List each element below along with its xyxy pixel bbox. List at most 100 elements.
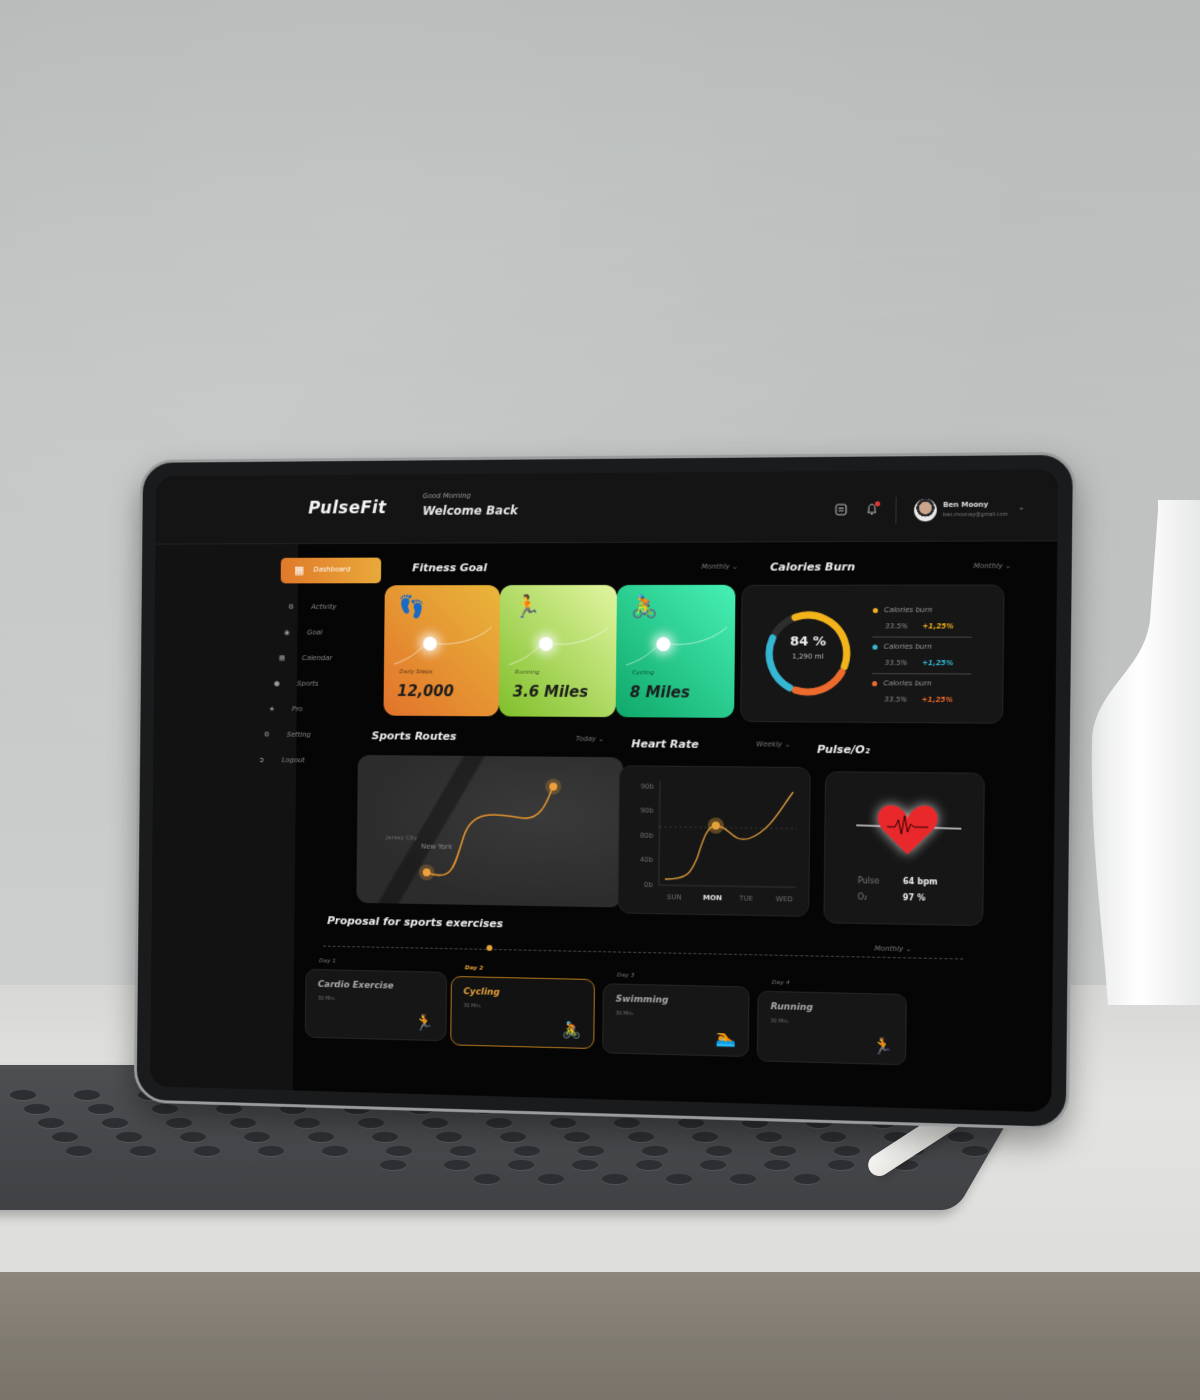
legend-dot xyxy=(872,680,878,686)
exercise-duration: 30 Min. xyxy=(770,1018,790,1025)
legend-label: Calories burn xyxy=(883,679,932,688)
sidebar-item-goal[interactable]: ◉ Goal xyxy=(284,629,322,637)
exercise-name: Cycling xyxy=(463,987,500,998)
exercise-duration: 30 Min. xyxy=(463,1003,482,1010)
x-tick-label: MON xyxy=(703,894,722,903)
app-logo[interactable]: PulseFit xyxy=(308,498,386,518)
timeline-marker xyxy=(486,944,493,951)
desk-edge xyxy=(0,1272,1200,1400)
exercise-name: Running xyxy=(770,1002,813,1014)
calories-legend-item: Calories burn xyxy=(872,642,932,651)
o2-label: O₂ xyxy=(857,892,868,902)
sidebar-item-setting[interactable]: ⚙ Setting xyxy=(264,731,311,739)
fitness-card-steps[interactable]: 👣 Daily Steps 12,000 xyxy=(383,585,501,717)
dropdown-value: Monthly xyxy=(973,561,1003,571)
message-icon[interactable] xyxy=(834,503,848,517)
heart-rate-card: 90b 90b 80b 40b 0b SUN MON TUE WED xyxy=(617,765,812,917)
dropdown-value: Monthly xyxy=(701,562,730,571)
route-end-glow xyxy=(545,778,562,795)
calories-card: 84 % 1,290 ml Calories burn 33.5% +1,25% … xyxy=(740,584,1005,724)
dropdown-value: Today xyxy=(575,734,597,744)
progress-marker xyxy=(423,636,437,651)
sidebar-item-label: Setting xyxy=(286,730,311,739)
route-map[interactable]: New York Jersey City xyxy=(356,754,624,908)
exercise-card-running[interactable]: Running 30 Min. 🏃 xyxy=(756,990,907,1066)
stat-value: 33.5% xyxy=(884,695,908,704)
progress-marker xyxy=(538,636,553,651)
route-path xyxy=(418,778,562,881)
y-tick-label: 80b xyxy=(640,832,653,840)
calories-legend-item: Calories burn xyxy=(872,679,932,688)
pulse-card: Pulse 64 bpm O₂ 97 % xyxy=(823,771,986,927)
swimmer-icon: 🏊 xyxy=(715,1028,736,1048)
divider xyxy=(872,636,972,638)
exercise-name: Swimming xyxy=(615,994,669,1006)
greeting-subtitle: Good Morning xyxy=(422,491,471,501)
exercise-card-swimming[interactable]: Swimming 30 Min. 🏊 xyxy=(602,983,750,1058)
heart-rate-chart: 90b 90b 80b 40b 0b SUN MON TUE WED xyxy=(640,766,812,904)
sports-routes-title: Sports Routes xyxy=(371,729,457,743)
day-label: Day 3 xyxy=(616,971,635,979)
exercise-card-cycling[interactable]: Cycling 30 Min. 🚴 xyxy=(450,975,595,1050)
fitness-card-cycling[interactable]: 🚴 Cycling 8 Miles xyxy=(615,584,736,718)
app-screen: PulseFit Good Morning Welcome Back Ben M… xyxy=(149,469,1059,1113)
stat-value: 33.5% xyxy=(884,622,908,631)
calories-stat-row: 33.5% +1,25% xyxy=(885,622,954,630)
calories-stat-row: 33.5% +1,25% xyxy=(884,696,953,705)
heart-rate-title: Heart Rate xyxy=(631,737,699,751)
pulse-o2-title: Pulse/O₂ xyxy=(817,742,870,757)
x-tick-label: WED xyxy=(776,895,793,904)
calories-burn-title: Calories Burn xyxy=(770,560,856,574)
exercise-card-cardio[interactable]: Cardio Exercise 30 Min. 🏃 xyxy=(304,968,448,1042)
notification-badge xyxy=(874,501,881,507)
map-label: New York xyxy=(420,842,453,851)
card-label: Cycling xyxy=(632,669,655,677)
card-label: Daily Steps xyxy=(399,668,433,676)
calories-period-dropdown[interactable]: Monthly ⌄ xyxy=(973,562,1011,570)
calories-percent: 84 % xyxy=(789,634,827,650)
sidebar-item-label: Pro xyxy=(291,705,303,714)
grid-icon: ▦ xyxy=(294,563,305,577)
chevron-down-icon[interactable]: ⌄ xyxy=(1018,502,1025,511)
logout-icon: ➲ xyxy=(258,756,265,764)
routes-period-dropdown[interactable]: Today ⌄ xyxy=(576,735,605,743)
sidebar-item-logout[interactable]: ➲ Logout xyxy=(259,756,305,764)
y-tick-label: 90b xyxy=(640,807,653,815)
greeting-title: Welcome Back xyxy=(422,503,518,518)
calories-stat-row: 33.5% +1,25% xyxy=(885,659,954,667)
treadmill-icon: 🏃 xyxy=(414,1012,434,1033)
sidebar-item-sports[interactable]: ● Sports xyxy=(274,680,319,688)
divider xyxy=(872,673,972,675)
calories-legend-item: Calories burn xyxy=(872,606,932,614)
goal-icon: ◉ xyxy=(283,628,290,637)
stat-change: +1,25% xyxy=(921,695,953,705)
app-header: PulseFit Good Morning Welcome Back Ben M… xyxy=(155,469,1059,545)
sidebar-item-pro[interactable]: ★ Pro xyxy=(269,705,303,713)
avatar[interactable] xyxy=(913,498,937,522)
vase xyxy=(1091,500,1200,1005)
o2-value: 97 % xyxy=(902,893,926,903)
y-axis xyxy=(659,781,660,885)
pulse-label: Pulse xyxy=(857,876,880,886)
fitness-card-running[interactable]: 🏃 Running 3.6 Miles xyxy=(498,584,618,718)
crown-icon: ★ xyxy=(268,705,275,713)
header-divider xyxy=(895,497,897,524)
exercise-duration: 30 Min. xyxy=(317,995,336,1002)
legend-dot xyxy=(872,607,879,613)
sidebar-item-activity[interactable]: ⚙ Activity xyxy=(288,603,336,611)
heart-rate-line xyxy=(665,791,793,881)
day-label: Day 1 xyxy=(319,957,337,965)
fitness-goal-period-dropdown[interactable]: Monthly ⌄ xyxy=(701,563,738,571)
card-value: 8 Miles xyxy=(629,683,691,702)
heart-rate-period-dropdown[interactable]: Weekly ⌄ xyxy=(756,740,790,748)
legend-label: Calories burn xyxy=(883,642,932,651)
x-tick-label: SUN xyxy=(667,893,682,901)
sidebar-item-calendar[interactable]: ▦ Calendar xyxy=(279,654,332,662)
proposal-period-dropdown[interactable]: Monthly ⌄ xyxy=(874,945,911,954)
gear-icon: ⚙ xyxy=(263,730,270,739)
bell-icon[interactable] xyxy=(865,501,881,517)
y-tick-label: 0b xyxy=(644,881,653,889)
sidebar-item-label: Activity xyxy=(311,603,337,611)
sidebar-item-dashboard[interactable]: ▦ Dashboard xyxy=(280,557,382,584)
heart-icon xyxy=(825,805,986,855)
